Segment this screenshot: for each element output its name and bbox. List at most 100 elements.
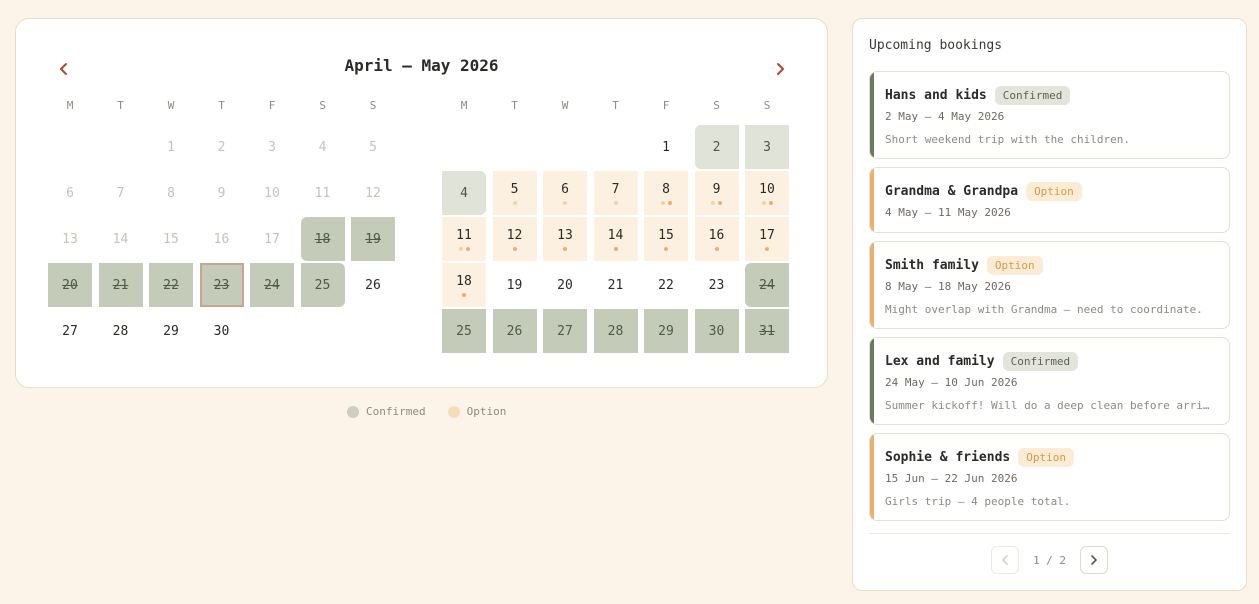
calendar-day[interactable]: 26: [351, 263, 395, 307]
day-number: 26: [365, 277, 381, 293]
calendar-day[interactable]: 28: [99, 309, 143, 353]
weekday-label: S: [369, 99, 377, 112]
day-number: 25: [456, 323, 472, 339]
booking-dots: [660, 200, 672, 205]
calendar-day[interactable]: 13: [543, 217, 587, 261]
booking-dot-icon: [512, 200, 517, 205]
day-number: 7: [116, 185, 125, 201]
calendar-card: April – May 2026 M T W T F S S 1 2 3 4 5 6 7 8 9 10 11 12 1…: [15, 18, 828, 388]
calendar-day[interactable]: 24: [250, 263, 294, 307]
calendar-day[interactable]: 22: [644, 263, 688, 307]
booking-card[interactable]: Smith family Option 8 May – 18 May 2026 Mig…: [869, 241, 1230, 329]
booking-dates: 15 Jun – 22 Jun 2026: [885, 472, 1018, 485]
calendar-day[interactable]: 26: [492, 309, 537, 353]
calendar-day[interactable]: 4: [442, 171, 486, 215]
calendar-day[interactable]: 6: [543, 171, 587, 215]
booking-dot-icon: [664, 246, 668, 251]
calendar-day[interactable]: 29: [149, 309, 193, 353]
calendar-day[interactable]: 21: [594, 263, 638, 307]
day-number: 20: [62, 277, 78, 293]
legend: Confirmed Option: [347, 405, 506, 418]
calendar-day[interactable]: 25: [300, 263, 345, 307]
booking-dates: 4 May – 11 May 2026: [885, 206, 1011, 219]
calendar-day[interactable]: 11: [442, 217, 486, 261]
calendar-day[interactable]: 18: [442, 263, 486, 307]
booking-dot-icon: [768, 200, 773, 205]
booking-dates: 2 May – 4 May 2026: [885, 110, 1005, 123]
calendar-day[interactable]: 8: [644, 171, 688, 215]
calendar-day[interactable]: 7: [593, 171, 638, 215]
booking-note: Girls trip — 4 people total.: [885, 495, 1071, 508]
calendar-day[interactable]: 12: [492, 217, 537, 261]
day-number: 23: [708, 277, 725, 293]
calendar-day[interactable]: 27: [543, 309, 587, 353]
calendar-day[interactable]: 19: [493, 263, 537, 307]
calendar-day[interactable]: 30: [694, 309, 739, 353]
calendar-day[interactable]: 28: [593, 309, 638, 353]
booking-note: Short weekend trip with the children.: [885, 133, 1131, 146]
next-page-button[interactable]: [1080, 546, 1109, 574]
calendar-day[interactable]: 18: [300, 217, 345, 261]
booking-dates: 8 May – 18 May 2026: [885, 280, 1011, 293]
day-number: 8: [662, 181, 670, 197]
next-month-button[interactable]: [768, 57, 792, 81]
booking-dot-icon: [465, 246, 470, 251]
calendar-day[interactable]: 31: [745, 309, 789, 353]
calendar-day: 6: [48, 171, 92, 215]
booking-note: Summer kickoff! Will do a deep clean bef…: [885, 399, 1210, 412]
day-number: 24: [264, 277, 280, 293]
day-number: 27: [557, 323, 573, 339]
booking-name: Grandma & Grandpa: [885, 183, 1019, 199]
booking-dots: [613, 200, 618, 205]
calendar-day[interactable]: 9: [694, 171, 739, 215]
weekday-label: T: [612, 99, 619, 112]
booking-card[interactable]: Sophie & friends Option 15 Jun – 22 Jun 20…: [869, 433, 1230, 521]
day-number: 31: [759, 323, 775, 339]
calendar-day[interactable]: 5: [492, 171, 537, 215]
day-number: 5: [369, 139, 377, 155]
calendar-day[interactable]: 30: [200, 309, 244, 353]
calendar-day[interactable]: 25: [442, 309, 486, 353]
calendar-day[interactable]: 15: [644, 217, 688, 261]
day-number: 9: [217, 185, 226, 201]
calendar-day: 2: [200, 125, 244, 169]
day-number: 28: [112, 323, 129, 339]
calendar-day[interactable]: 3: [745, 125, 789, 169]
prev-page-button[interactable]: [990, 546, 1019, 574]
booking-dots: [563, 246, 567, 251]
calendar-day: 17: [250, 217, 294, 261]
calendar-day[interactable]: 23: [695, 263, 739, 307]
calendar-day[interactable]: 19: [351, 217, 395, 261]
calendar-day[interactable]: 14: [593, 217, 638, 261]
day-number: 30: [708, 323, 725, 339]
calendar-day[interactable]: 20: [48, 263, 92, 307]
calendar-day[interactable]: 17: [745, 217, 789, 261]
day-number: 10: [264, 185, 280, 201]
booking-name: Lex and family: [885, 353, 995, 369]
calendar-day[interactable]: 27: [48, 309, 92, 353]
calendar-day: 13: [48, 217, 92, 261]
calendar-day[interactable]: 24: [745, 263, 789, 307]
calendar-day[interactable]: 29: [644, 309, 688, 353]
day-number: 18: [314, 231, 331, 247]
calendar-day[interactable]: 22: [149, 263, 193, 307]
calendar-day[interactable]: 10: [745, 171, 789, 215]
calendar-day[interactable]: 21: [98, 263, 143, 307]
day-number: 8: [167, 185, 175, 201]
calendar-day[interactable]: 2: [694, 125, 739, 169]
calendar-day: 11: [301, 171, 345, 215]
calendar-day[interactable]: 20: [543, 263, 587, 307]
calendar-day: 12: [351, 171, 395, 215]
booking-card[interactable]: Grandma & Grandpa Option 4 May – 11 May 20…: [869, 167, 1230, 233]
calendar-day: 15: [149, 217, 193, 261]
booking-card[interactable]: Hans and kids Confirmed 2 May – 4 May 2026…: [869, 71, 1230, 159]
day-number: 5: [510, 181, 519, 197]
booking-card[interactable]: Lex and family Confirmed 24 May – 10 Jun 2…: [869, 337, 1230, 425]
booking-dots: [458, 246, 470, 251]
booking-dots: [512, 200, 517, 205]
day-number: 12: [506, 227, 523, 243]
page-indicator: 1 / 2: [1032, 553, 1067, 567]
calendar-day[interactable]: 1: [644, 125, 688, 169]
calendar-day[interactable]: 23: [199, 263, 244, 307]
calendar-day[interactable]: 16: [694, 217, 739, 261]
